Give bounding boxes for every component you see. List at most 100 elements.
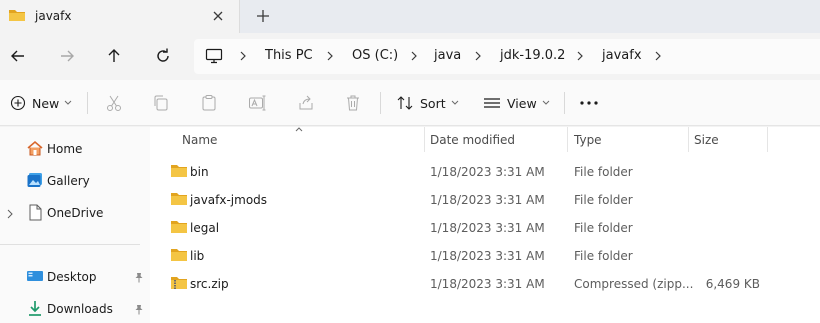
chevron-right-icon[interactable] bbox=[473, 50, 483, 62]
gallery-icon bbox=[26, 172, 44, 189]
new-button[interactable]: New bbox=[10, 92, 72, 114]
file-name: legal bbox=[190, 221, 220, 235]
chevron-right-icon[interactable] bbox=[409, 50, 419, 62]
file-row[interactable]: legal 1/18/2023 3:31 AM File folder bbox=[150, 213, 820, 241]
toolbar-divider bbox=[564, 92, 565, 114]
copy-icon bbox=[152, 94, 170, 112]
desktop-icon bbox=[26, 268, 44, 285]
toolbar-divider bbox=[380, 92, 381, 114]
rename-button[interactable] bbox=[248, 92, 266, 114]
file-name: javafx-jmods bbox=[190, 193, 268, 207]
forward-arrow-icon[interactable] bbox=[57, 46, 77, 66]
nav-label: Downloads bbox=[47, 302, 113, 316]
delete-button[interactable] bbox=[344, 92, 362, 114]
chevron-right-icon[interactable] bbox=[653, 50, 663, 62]
breadcrumb-os-c[interactable]: OS (C:) bbox=[352, 48, 398, 63]
column-header-size[interactable]: Size bbox=[694, 133, 719, 147]
column-header-type[interactable]: Type bbox=[574, 133, 602, 147]
document-icon bbox=[26, 204, 44, 221]
view-button[interactable]: View bbox=[483, 92, 550, 114]
nav-item-downloads[interactable]: Downloads bbox=[0, 296, 150, 322]
sort-button[interactable]: Sort bbox=[396, 92, 459, 114]
chevron-down-icon bbox=[451, 100, 459, 106]
chevron-down-icon bbox=[542, 100, 550, 106]
file-type: File folder bbox=[574, 193, 633, 207]
file-name: src.zip bbox=[190, 277, 229, 291]
more-options-button[interactable] bbox=[579, 92, 599, 114]
file-name: lib bbox=[190, 249, 205, 263]
column-divider[interactable] bbox=[688, 127, 689, 152]
chevron-right-icon[interactable] bbox=[238, 50, 248, 62]
new-label: New bbox=[32, 95, 60, 111]
nav-item-gallery[interactable]: Gallery bbox=[0, 168, 150, 194]
nav-item-onedrive[interactable]: OneDrive bbox=[0, 200, 150, 226]
folder-icon bbox=[170, 191, 188, 206]
file-list: Name Date modified Type Size bin 1/18/20… bbox=[150, 127, 820, 323]
breadcrumb-this-pc[interactable]: This PC bbox=[265, 48, 313, 63]
close-tab-icon[interactable] bbox=[210, 8, 226, 24]
up-arrow-icon[interactable] bbox=[104, 46, 124, 66]
file-date: 1/18/2023 3:31 AM bbox=[430, 249, 545, 263]
tab-bar: javafx bbox=[0, 0, 820, 33]
nav-divider bbox=[0, 244, 140, 245]
folder-icon bbox=[170, 219, 188, 234]
share-button[interactable] bbox=[297, 92, 315, 114]
nav-item-desktop[interactable]: Desktop bbox=[0, 264, 150, 290]
file-row[interactable]: javafx-jmods 1/18/2023 3:31 AM File fold… bbox=[150, 185, 820, 213]
refresh-icon[interactable] bbox=[153, 46, 173, 66]
file-date: 1/18/2023 3:31 AM bbox=[430, 165, 545, 179]
address-bar[interactable]: This PC OS (C:) java jdk-19.0.2 javafx bbox=[194, 39, 820, 74]
paste-button[interactable] bbox=[200, 92, 218, 114]
file-size: 6,469 KB bbox=[705, 277, 760, 291]
file-date: 1/18/2023 3:31 AM bbox=[430, 221, 545, 235]
file-name: bin bbox=[190, 165, 209, 179]
nav-item-home[interactable]: Home bbox=[0, 136, 150, 162]
column-header-date[interactable]: Date modified bbox=[430, 133, 515, 147]
column-divider[interactable] bbox=[424, 127, 425, 152]
column-divider[interactable] bbox=[567, 127, 568, 152]
tab-javafx[interactable]: javafx bbox=[0, 0, 240, 33]
file-type: Compressed (zipp... bbox=[574, 277, 694, 291]
home-icon bbox=[26, 140, 44, 157]
pin-icon[interactable] bbox=[134, 272, 144, 283]
file-row[interactable]: bin 1/18/2023 3:31 AM File folder bbox=[150, 157, 820, 185]
tab-title: javafx bbox=[35, 9, 72, 23]
folder-icon bbox=[170, 247, 188, 262]
chevron-right-icon[interactable] bbox=[575, 50, 585, 62]
sort-ascending-icon bbox=[295, 126, 303, 132]
sort-icon bbox=[396, 95, 414, 111]
file-type: File folder bbox=[574, 165, 633, 179]
file-date: 1/18/2023 3:31 AM bbox=[430, 193, 545, 207]
nav-label: OneDrive bbox=[47, 206, 104, 220]
folder-icon bbox=[8, 7, 26, 23]
rename-icon bbox=[248, 94, 266, 112]
plus-circle-icon bbox=[10, 95, 26, 111]
nav-label: Gallery bbox=[47, 174, 90, 188]
new-tab-icon[interactable] bbox=[254, 7, 272, 25]
chevron-right-icon[interactable] bbox=[325, 50, 335, 62]
command-bar: New Sort View bbox=[0, 80, 820, 126]
nav-label: Desktop bbox=[47, 270, 97, 284]
toolbar-divider bbox=[87, 92, 88, 114]
pin-icon[interactable] bbox=[134, 304, 144, 315]
breadcrumb-jdk[interactable]: jdk-19.0.2 bbox=[500, 48, 565, 63]
folder-icon bbox=[170, 163, 188, 178]
computer-icon bbox=[205, 48, 223, 64]
file-row[interactable]: lib 1/18/2023 3:31 AM File folder bbox=[150, 241, 820, 269]
file-row[interactable]: src.zip 1/18/2023 3:31 AM Compressed (zi… bbox=[150, 269, 820, 297]
back-arrow-icon[interactable] bbox=[8, 46, 28, 66]
breadcrumb-java[interactable]: java bbox=[434, 48, 461, 63]
breadcrumb-javafx[interactable]: javafx bbox=[602, 48, 642, 63]
file-type: File folder bbox=[574, 249, 633, 263]
zip-folder-icon bbox=[170, 275, 188, 290]
clipboard-icon bbox=[200, 94, 218, 112]
copy-button[interactable] bbox=[152, 92, 170, 114]
chevron-right-icon[interactable] bbox=[7, 209, 13, 219]
cut-button[interactable] bbox=[105, 92, 123, 114]
trash-icon bbox=[344, 94, 362, 112]
nav-label: Home bbox=[47, 142, 83, 156]
sort-label: Sort bbox=[420, 95, 446, 111]
column-divider[interactable] bbox=[767, 127, 768, 152]
navigation-pane: Home Gallery OneDrive Desktop Downloads bbox=[0, 127, 150, 323]
column-header-name[interactable]: Name bbox=[182, 133, 217, 147]
